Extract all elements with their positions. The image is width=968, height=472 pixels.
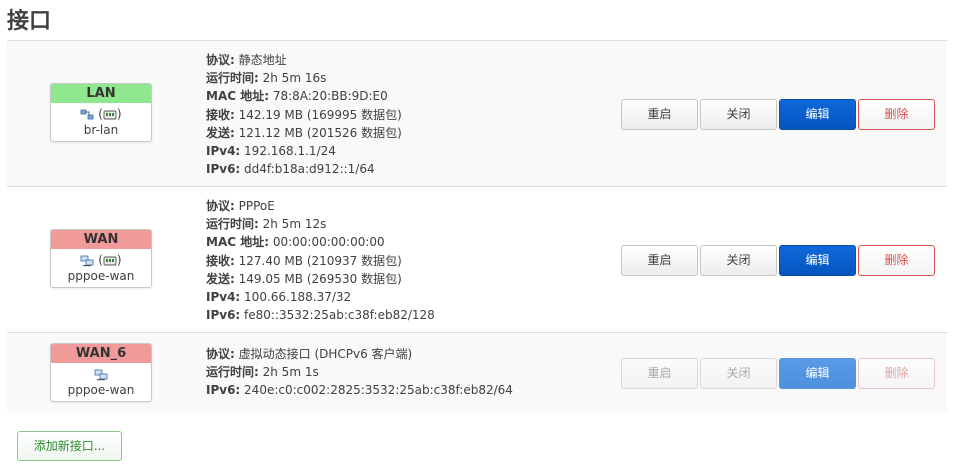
network-icon: [94, 369, 108, 381]
info-label: 运行时间:: [206, 217, 259, 232]
add-interface-button[interactable]: 添加新接口...: [17, 431, 122, 461]
interfaces-table: LAN ( ) br-lan 协议: 静态地址 运行时间: 2h 5m 16s …: [7, 40, 947, 413]
interface-row-lan: LAN ( ) br-lan 协议: 静态地址 运行时间: 2h 5m 16s …: [7, 40, 947, 186]
edit-button[interactable]: 编辑: [779, 99, 856, 130]
info-label: 协议:: [206, 199, 235, 213]
info-label: IPv4:: [206, 144, 241, 159]
info-label: IPv6:: [206, 308, 241, 323]
info-value: 虚拟动态接口 (DHCPv6 客户端): [234, 347, 413, 361]
info-label: 发送:: [206, 271, 235, 286]
device-icons: ( ): [51, 106, 151, 122]
info-label: 接收:: [206, 107, 235, 122]
info-value: 00:00:00:00:00:00: [269, 235, 385, 250]
interface-badge-lan: LAN ( ) br-lan: [50, 83, 152, 142]
info-label: MAC 地址:: [206, 235, 270, 250]
info-value: 2h 5m 1s: [258, 365, 319, 380]
delete-button[interactable]: 删除: [858, 245, 935, 276]
edit-button[interactable]: 编辑: [779, 358, 856, 389]
interface-badge-wan6: WAN_6 pppoe-wan: [50, 343, 152, 402]
info-value: 2h 5m 12s: [258, 217, 327, 232]
info-value: 142.19 MB (169995 数据包): [234, 107, 402, 122]
info-value: 静态地址: [234, 53, 287, 67]
port-icon: [103, 109, 117, 121]
page-title: 接口: [7, 9, 52, 34]
stop-button[interactable]: 关闭: [700, 99, 777, 130]
device-paren-close: ): [116, 107, 122, 121]
delete-button[interactable]: 删除: [858, 99, 935, 130]
info-label: 协议:: [206, 347, 235, 361]
edit-button[interactable]: 编辑: [779, 245, 856, 276]
info-value: 2h 5m 16s: [258, 71, 327, 86]
interface-info: 协议: PPPoE 运行时间: 2h 5m 12s MAC 地址: 00:00:…: [206, 197, 435, 324]
info-label: IPv6:: [206, 383, 241, 398]
interface-row-wan: WAN ( ) pppoe-wan 协议: PPPoE 运行时间: 2h 5m …: [7, 186, 947, 332]
info-value: 121.12 MB (201526 数据包): [234, 125, 402, 140]
info-value: fe80::3532:25ab:c38f:eb82/128: [240, 308, 435, 323]
info-label: 运行时间:: [206, 365, 259, 380]
bridge-icon: [80, 109, 94, 121]
info-value: 100.66.188.37/32: [240, 290, 352, 305]
interface-name: WAN: [51, 230, 151, 249]
info-label: MAC 地址:: [206, 89, 270, 104]
delete-button[interactable]: 删除: [858, 358, 935, 389]
restart-button[interactable]: 重启: [621, 245, 698, 276]
info-value: 127.40 MB (210937 数据包): [234, 253, 402, 268]
restart-button[interactable]: 重启: [621, 358, 698, 389]
info-label: 协议:: [206, 53, 235, 67]
device-name: pppoe-wan: [67, 383, 135, 397]
info-value: dd4f:b18a:d912::1/64: [240, 162, 375, 177]
info-label: 运行时间:: [206, 71, 259, 86]
info-value: 78:8A:20:BB:9D:E0: [269, 89, 388, 104]
interface-info: 协议: 虚拟动态接口 (DHCPv6 客户端) 运行时间: 2h 5m 1s I…: [206, 345, 513, 400]
interface-name: LAN: [51, 84, 151, 103]
info-label: IPv4:: [206, 290, 241, 305]
interface-name: WAN_6: [51, 344, 151, 363]
stop-button[interactable]: 关闭: [700, 358, 777, 389]
device-paren-close: ): [116, 253, 122, 267]
stop-button[interactable]: 关闭: [700, 245, 777, 276]
info-label: 发送:: [206, 125, 235, 140]
info-label: IPv6:: [206, 162, 241, 177]
info-value: 192.168.1.1/24: [240, 144, 336, 159]
interface-badge-wan: WAN ( ) pppoe-wan: [50, 229, 152, 288]
device-name: br-lan: [83, 123, 119, 137]
device-icons: [51, 366, 151, 382]
device-name: pppoe-wan: [67, 269, 135, 283]
info-value: 240e:c0:c002:2825:3532:25ab:c38f:eb82/64: [240, 383, 513, 398]
port-icon: [103, 255, 117, 267]
info-value: 149.05 MB (269530 数据包): [234, 271, 402, 286]
interface-row-wan6: WAN_6 pppoe-wan 协议: 虚拟动态接口 (DHCPv6 客户端) …: [7, 332, 947, 413]
restart-button[interactable]: 重启: [621, 99, 698, 130]
interface-info: 协议: 静态地址 运行时间: 2h 5m 16s MAC 地址: 78:8A:2…: [206, 51, 402, 178]
info-label: 接收:: [206, 253, 235, 268]
device-icons: ( ): [51, 252, 151, 268]
info-value: PPPoE: [234, 199, 275, 213]
network-icon: [80, 255, 94, 267]
